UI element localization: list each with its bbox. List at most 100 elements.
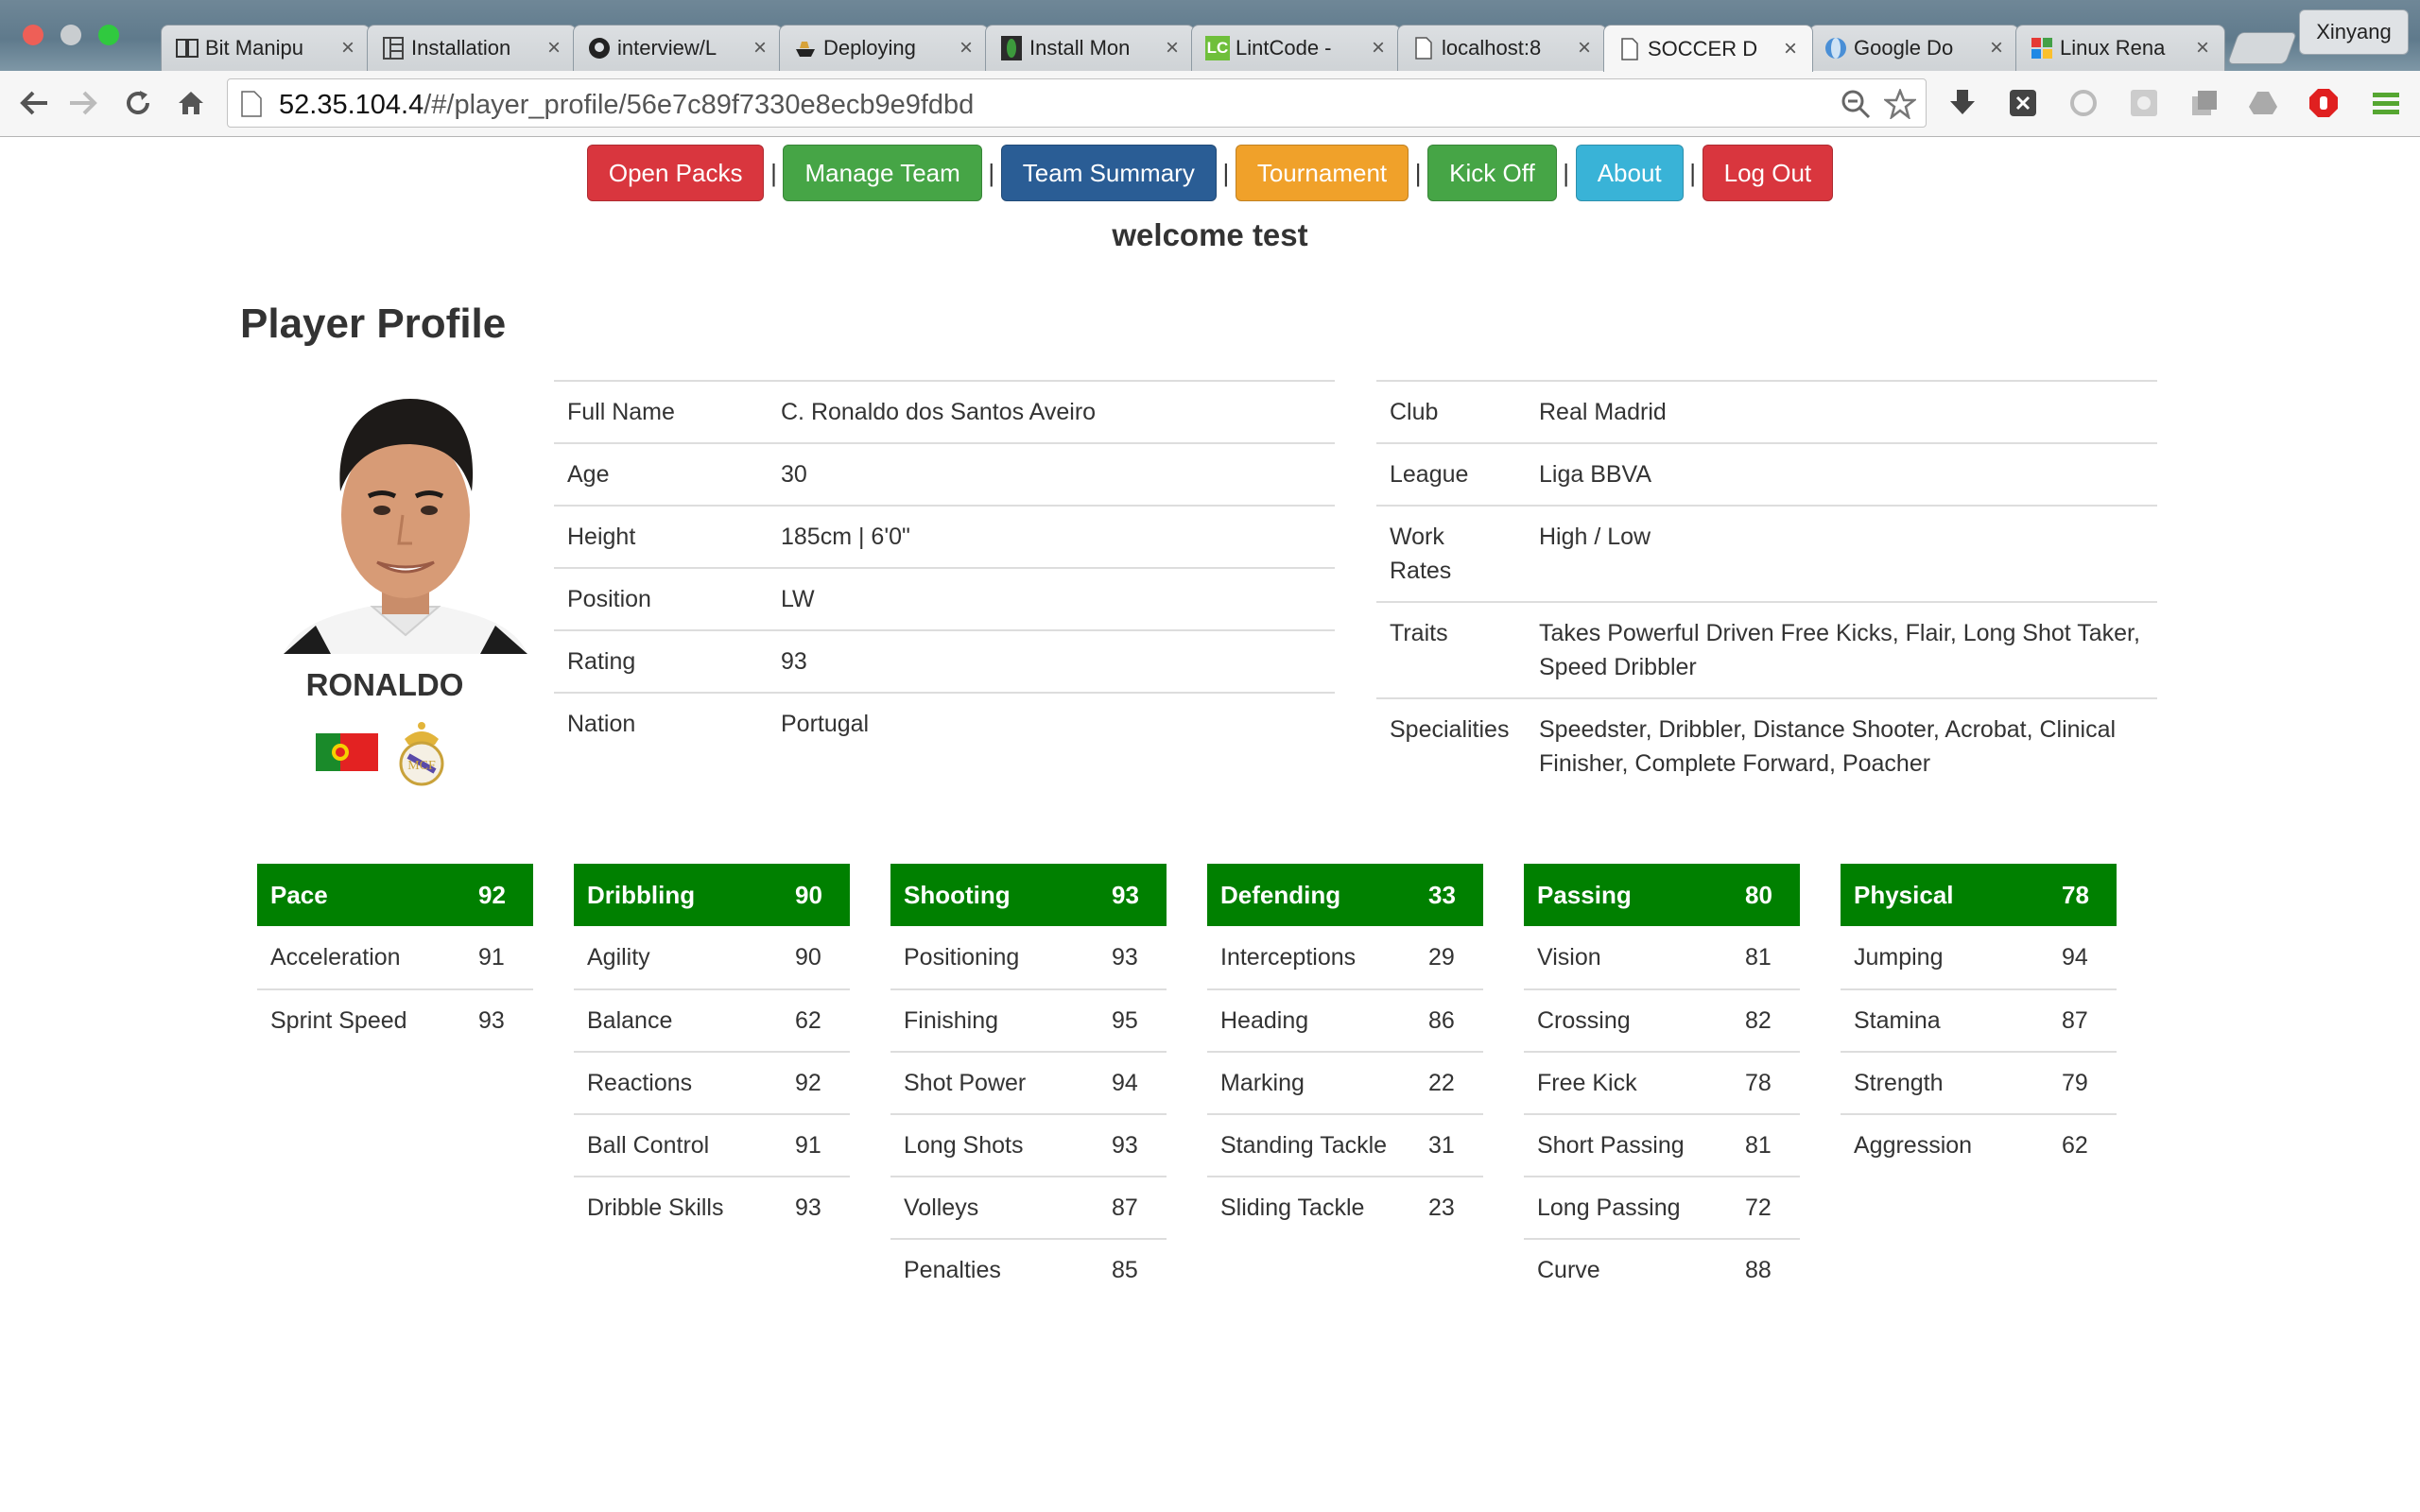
github-icon xyxy=(587,36,612,60)
menu-icon[interactable] xyxy=(2367,84,2405,122)
manage-team-button[interactable]: Manage Team xyxy=(783,145,982,201)
tournament-button[interactable]: Tournament xyxy=(1235,145,1409,201)
detail-value: C. Ronaldo dos Santos Aveiro xyxy=(768,380,1335,443)
detail-value: Speedster, Dribbler, Distance Shooter, A… xyxy=(1526,697,2157,794)
home-button[interactable] xyxy=(170,82,212,124)
stat-row: Interceptions 29 xyxy=(1207,926,1483,988)
browser-tab[interactable]: localhost:8 × xyxy=(1397,25,1607,71)
stat-row: Long Passing 72 xyxy=(1524,1176,1800,1238)
detail-key: Rating xyxy=(554,629,768,693)
stat-attribute-name: Positioning xyxy=(904,943,1020,971)
browser-tab-active[interactable]: SOCCER D × xyxy=(1603,25,1813,72)
grid-icon xyxy=(381,36,406,60)
download-icon[interactable] xyxy=(1944,84,1981,122)
stat-category-name: Defending xyxy=(1220,880,1341,909)
stat-attribute-value: 87 xyxy=(2062,1006,2088,1034)
stat-attribute-value: 94 xyxy=(1112,1069,1138,1096)
tab-close-icon[interactable]: × xyxy=(1162,35,1183,61)
stat-attribute-value: 93 xyxy=(795,1194,821,1221)
extension-stack-icon[interactable] xyxy=(2186,84,2223,122)
team-summary-button[interactable]: Team Summary xyxy=(1000,145,1217,201)
new-tab-button[interactable] xyxy=(2226,32,2298,64)
detail-value: High / Low xyxy=(1526,505,2157,602)
stat-attribute-value: 93 xyxy=(1112,1131,1138,1159)
stat-attribute-name: Curve xyxy=(1537,1256,1600,1283)
portugal-flag-icon xyxy=(316,733,378,771)
browser-tab[interactable]: Linux Rena × xyxy=(2015,25,2225,71)
extension-gray-icon[interactable] xyxy=(2125,84,2163,122)
browser-tab[interactable]: Google Do × xyxy=(1809,25,2019,71)
table-row: Work Rates High / Low xyxy=(1376,505,2157,602)
forward-button[interactable] xyxy=(62,82,104,124)
tab-close-icon[interactable]: × xyxy=(1574,35,1595,61)
browser-tab[interactable]: Bit Manipu × xyxy=(161,25,371,71)
stat-row: Volleys 87 xyxy=(890,1176,1167,1238)
real-madrid-crest-icon: MCF xyxy=(399,722,444,786)
tab-close-icon[interactable]: × xyxy=(544,35,564,61)
back-button[interactable] xyxy=(13,82,55,124)
detail-value: Portugal xyxy=(768,692,1335,755)
minimize-window-button[interactable] xyxy=(60,25,81,45)
nav-separator: | xyxy=(1414,158,1422,187)
stat-header: Passing 80 xyxy=(1524,864,1800,926)
tab-close-icon[interactable]: × xyxy=(750,35,770,61)
stat-attribute-name: Finishing xyxy=(904,1006,999,1034)
stat-row: Positioning 93 xyxy=(890,926,1167,988)
stat-header: Dribbling 90 xyxy=(574,864,850,926)
tab-close-icon[interactable]: × xyxy=(337,35,358,61)
bookmark-star-icon[interactable] xyxy=(1882,87,1918,124)
about-button[interactable]: About xyxy=(1575,145,1684,201)
tab-close-icon[interactable]: × xyxy=(956,35,977,61)
table-row: Nation Portugal xyxy=(554,692,1335,755)
address-bar[interactable]: 52.35.104.4/#/player_profile/56e7c89f733… xyxy=(227,78,1927,128)
leaf-icon xyxy=(999,36,1024,60)
nav-separator: | xyxy=(1563,158,1570,187)
close-window-button[interactable] xyxy=(23,25,43,45)
profile-button[interactable]: Xinyang xyxy=(2299,9,2409,55)
forward-arrow-icon xyxy=(70,91,97,115)
stat-row: Dribble Skills 93 xyxy=(574,1176,850,1238)
extension-x-icon[interactable] xyxy=(2004,84,2042,122)
page-icon xyxy=(1411,36,1436,60)
tab-label: Deploying xyxy=(823,36,916,60)
browser-tab[interactable]: LC LintCode - × xyxy=(1191,25,1401,71)
stat-row: Strength 79 xyxy=(1841,1051,2117,1113)
tab-label: Bit Manipu xyxy=(205,36,303,60)
stat-row: Aggression 62 xyxy=(1841,1113,2117,1176)
browser-tab[interactable]: Install Mon × xyxy=(985,25,1195,71)
reload-button[interactable] xyxy=(117,82,159,124)
zoom-icon[interactable] xyxy=(1841,89,1871,124)
adblock-icon[interactable] xyxy=(2305,84,2342,122)
club-details-table: Club Real Madrid League Liga BBVA Work R… xyxy=(1376,380,2157,794)
table-row: Height 185cm | 6'0" xyxy=(554,505,1335,568)
kick-off-button[interactable]: Kick Off xyxy=(1427,145,1557,201)
tab-label: Installation xyxy=(411,36,511,60)
open-packs-button[interactable]: Open Packs xyxy=(586,145,765,201)
stat-attribute-name: Balance xyxy=(587,1006,673,1034)
maximize-window-button[interactable] xyxy=(98,25,119,45)
stat-attribute-value: 78 xyxy=(1745,1069,1772,1096)
drive-icon[interactable] xyxy=(2244,84,2282,122)
stat-header: Shooting 93 xyxy=(890,864,1167,926)
stat-attribute-value: 92 xyxy=(795,1069,821,1096)
tab-close-icon[interactable]: × xyxy=(1368,35,1389,61)
stat-category-value: 90 xyxy=(795,880,822,909)
tab-close-icon[interactable]: × xyxy=(2192,35,2213,61)
detail-key: Specialities xyxy=(1376,697,1526,794)
browser-tab[interactable]: interview/L × xyxy=(573,25,783,71)
stat-attribute-name: Marking xyxy=(1220,1069,1305,1096)
detail-value: 30 xyxy=(768,442,1335,506)
stat-attribute-value: 88 xyxy=(1745,1256,1772,1283)
stat-attribute-value: 85 xyxy=(1112,1256,1138,1283)
stat-attribute-value: 93 xyxy=(478,1006,505,1034)
browser-tab[interactable]: Installation × xyxy=(367,25,577,71)
log-out-button[interactable]: Log Out xyxy=(1702,145,1834,201)
ship-icon xyxy=(793,36,818,60)
detail-value: Real Madrid xyxy=(1526,380,2157,443)
sync-icon[interactable] xyxy=(2065,84,2102,122)
stat-attribute-value: 79 xyxy=(2062,1069,2088,1096)
tab-close-icon[interactable]: × xyxy=(1986,35,2007,61)
browser-tab[interactable]: Deploying × xyxy=(779,25,989,71)
tab-close-icon[interactable]: × xyxy=(1780,36,1801,62)
table-row: Position LW xyxy=(554,567,1335,630)
